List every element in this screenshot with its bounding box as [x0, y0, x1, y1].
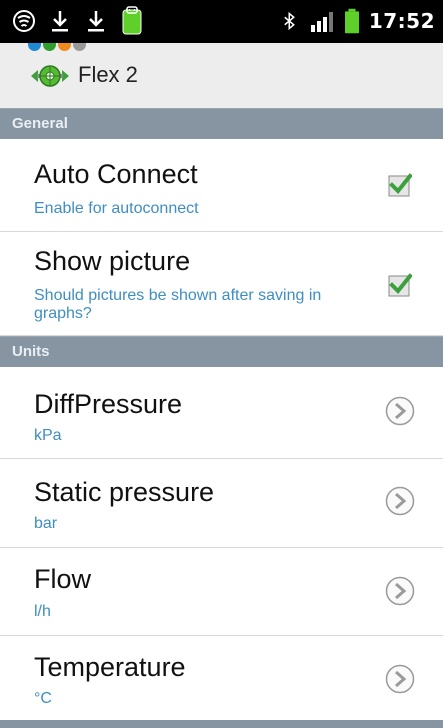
list-bottom-edge [0, 720, 443, 728]
download-icon [52, 11, 68, 32]
setting-subtitle: Enable for autoconnect [34, 200, 199, 217]
chevron-right-icon[interactable] [385, 396, 415, 426]
chevron-right-icon[interactable] [385, 576, 415, 606]
setting-subtitle: Should pictures be shown after saving in… [34, 287, 322, 322]
setting-temperature[interactable]: Temperature °C [0, 636, 443, 720]
battery-icon [344, 8, 359, 34]
setting-show-picture[interactable]: Show picture Should pictures be shown af… [0, 232, 443, 336]
setting-flow[interactable]: Flow l/h [0, 548, 443, 636]
section-label: Units [12, 343, 50, 360]
signal-bars-icon [310, 12, 333, 32]
section-header-general: General [0, 108, 443, 139]
setting-title: Auto Connect [34, 159, 198, 189]
setting-subtitle: kPa [34, 427, 62, 444]
status-bar: 17:52 [0, 0, 443, 43]
setting-title: DiffPressure [34, 389, 183, 419]
section-label: General [12, 115, 68, 132]
section-header-units: Units [0, 336, 443, 367]
auto-connect-checkbox[interactable] [388, 173, 412, 197]
green-dot [43, 43, 56, 51]
show-picture-checkbox[interactable] [388, 273, 412, 297]
clock: 17:52 [368, 9, 435, 33]
chevron-right-icon[interactable] [385, 486, 415, 516]
flex-logo-icon [31, 65, 69, 87]
blue-dot [28, 43, 41, 51]
setting-subtitle: bar [34, 515, 58, 532]
android-debug-icon [122, 6, 142, 35]
gray-dot [73, 43, 86, 51]
setting-static-pressure[interactable]: Static pressure bar [0, 459, 443, 548]
setting-auto-connect[interactable]: Auto Connect Enable for autoconnect [0, 139, 443, 232]
orange-dot [58, 43, 71, 51]
bluetooth-icon [284, 11, 295, 31]
app-header: Flex 2 [0, 43, 443, 108]
wifi-signal-icon [13, 10, 35, 32]
download-icon [88, 11, 104, 32]
setting-title: Flow [34, 564, 92, 594]
setting-title: Static pressure [34, 477, 215, 507]
setting-subtitle: l/h [34, 603, 51, 620]
header-dots [28, 43, 86, 51]
setting-diffpressure[interactable]: DiffPressure kPa [0, 367, 443, 459]
chevron-right-icon[interactable] [385, 664, 415, 694]
setting-title: Show picture [34, 246, 191, 276]
setting-subtitle: °C [34, 690, 52, 707]
app-title: Flex 2 [78, 62, 138, 87]
setting-title: Temperature [34, 652, 186, 682]
